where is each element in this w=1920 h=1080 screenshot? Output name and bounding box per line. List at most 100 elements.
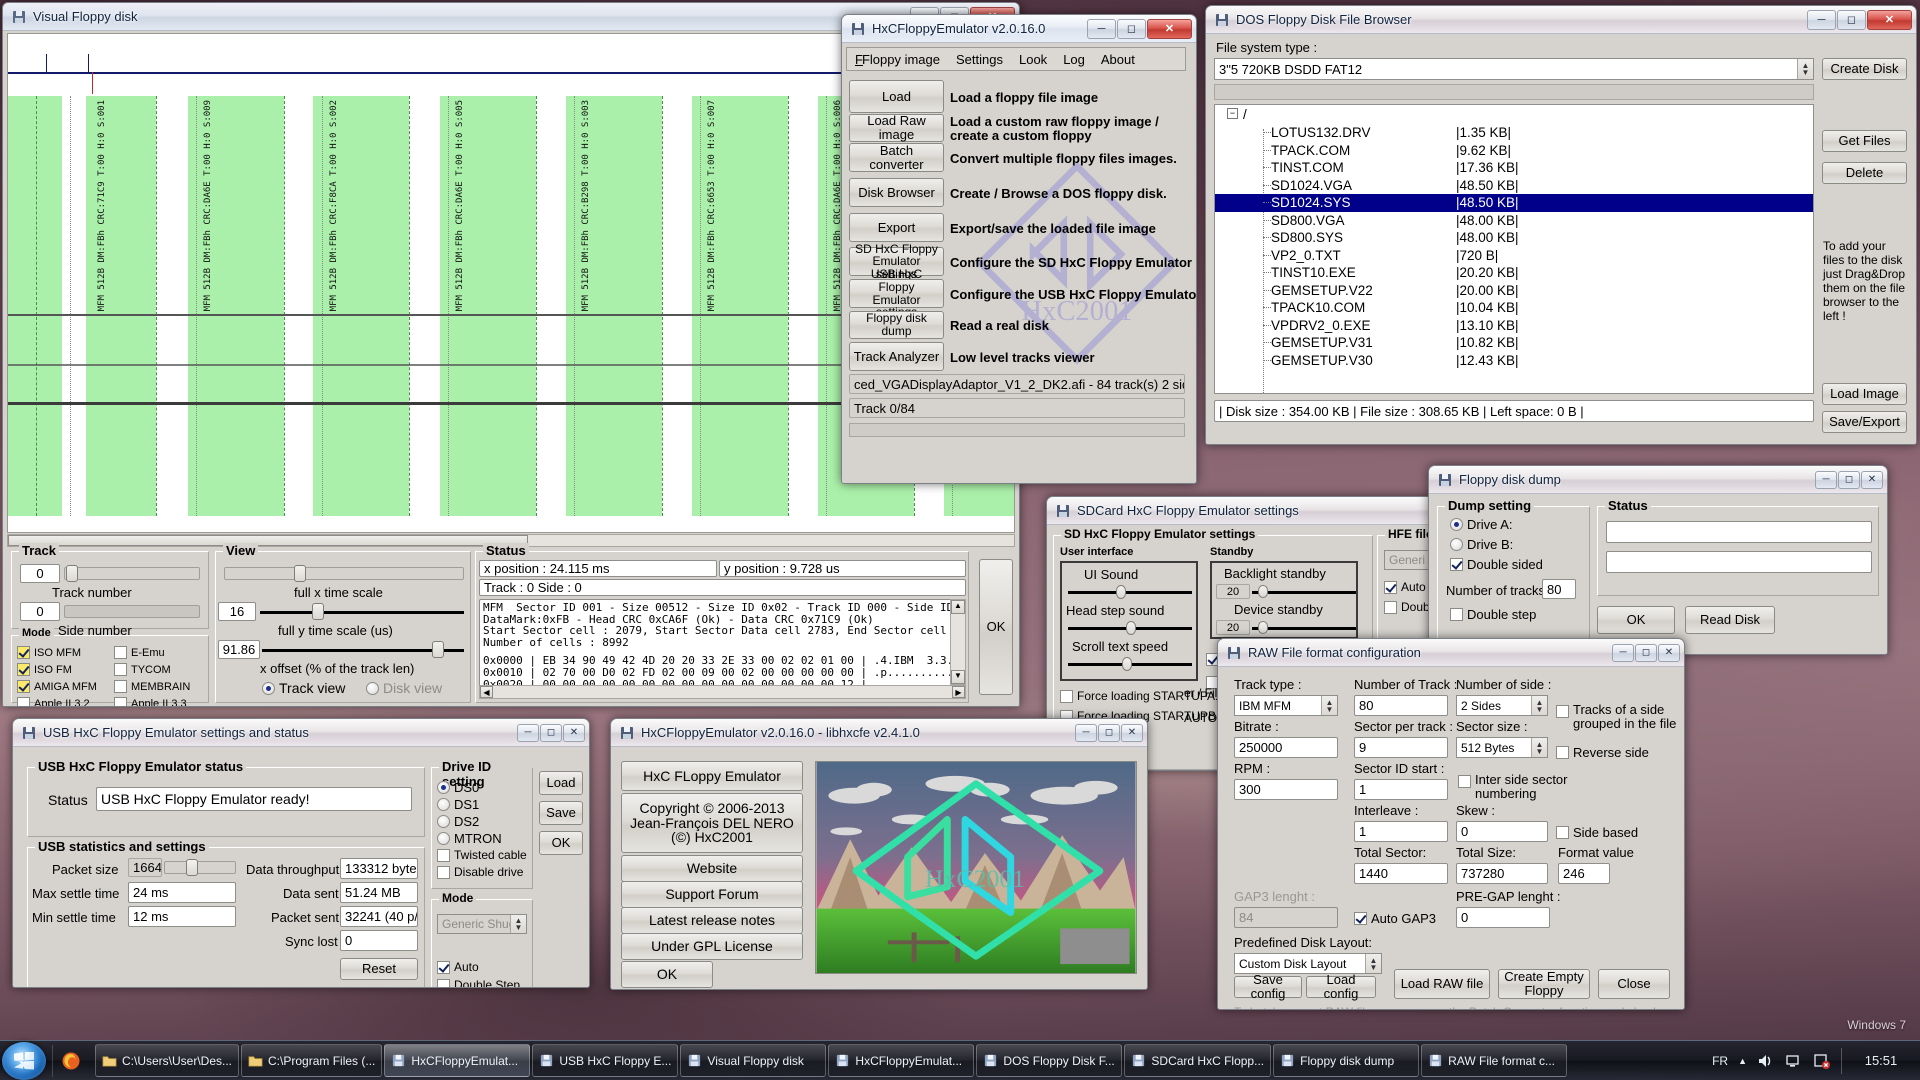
raw-config-window-buttons[interactable]: ─ ◻ ✕	[1612, 643, 1680, 662]
hxc-menubar[interactable]: FFloppy image Settings Look Log About	[846, 47, 1186, 71]
dos-browser-window[interactable]: DOS Floppy Disk File Browser ─ ◻ ✕ File …	[1205, 5, 1917, 445]
mode-iso-fm[interactable]: ISO FM	[17, 663, 72, 676]
close-button[interactable]: ✕	[563, 723, 585, 742]
backlight-standby-slider[interactable]	[1252, 584, 1356, 599]
create-empty-floppy-button[interactable]: Create Empty Floppy	[1498, 969, 1590, 999]
file-system-type-select[interactable]: 3"5 720KB DSDD FAT12 ▲ ▼	[1214, 58, 1814, 80]
chevron-updown-icon[interactable]: ▲▼	[1531, 738, 1547, 757]
disk-browser-button[interactable]: Disk Browser	[849, 178, 944, 207]
reset-button[interactable]: Reset	[340, 958, 418, 980]
taskbar-item[interactable]: C:\Program Files (...	[241, 1044, 383, 1077]
file-row[interactable]: GEMSETUP.V30 |12.43 KB|	[1215, 352, 1813, 370]
mode-apple-ii-33[interactable]: Apple II 3.3	[114, 697, 187, 706]
backlight-standby-value[interactable]: 20	[1216, 584, 1250, 599]
mode-iso-mfm[interactable]: ISO MFM	[17, 646, 81, 659]
minimize-button[interactable]: ─	[517, 723, 539, 742]
file-rows-container[interactable]: LOTUS132.DRV |1.35 KB| TPACK.COM |9.62 KB| T…	[1215, 124, 1813, 369]
hfe-auto-check[interactable]: Auto	[1384, 580, 1426, 594]
taskbar-item[interactable]: USB HxC Floppy E...	[532, 1044, 679, 1077]
floppy-disk-dump-button[interactable]: Floppy disk dump	[849, 311, 944, 339]
usb-ok-button[interactable]: OK	[539, 831, 583, 855]
listing-horizontal-scrollbar[interactable]: ◀ ▶	[479, 685, 966, 699]
maximize-button[interactable]: ◻	[1117, 18, 1146, 39]
floppy-dump-window[interactable]: Floppy disk dump ─ ◻ ✕ Dump setting Driv…	[1428, 465, 1888, 655]
close-button[interactable]: ✕	[1861, 470, 1883, 489]
firefox-icon[interactable]	[61, 1051, 81, 1071]
y-time-scale-slider[interactable]	[260, 602, 464, 621]
scroll-left-arrow[interactable]: ◀	[480, 686, 493, 698]
load-config-button[interactable]: Load config	[1306, 973, 1376, 1000]
side-number-field[interactable]: 0	[20, 602, 60, 621]
file-row[interactable]: TPACK.COM |9.62 KB|	[1215, 142, 1813, 160]
twisted-cable-check[interactable]: Twisted cable	[437, 848, 527, 862]
menu-settings[interactable]: Settings	[948, 50, 1011, 69]
ui-sound-slider[interactable]	[1068, 585, 1192, 599]
hxc-main-titlebar[interactable]: HxCFloppyEmulator v2.0.16.0 ─ ◻ ✕	[842, 15, 1196, 43]
maximize-button[interactable]: ◻	[1837, 9, 1866, 30]
minimize-button[interactable]: ─	[1075, 723, 1097, 742]
inter-side-check[interactable]: Inter side sector numbering	[1458, 773, 1578, 801]
packet-size-slider[interactable]	[164, 858, 236, 877]
double-sided-check[interactable]: Double sided	[1450, 557, 1543, 572]
scroll-right-arrow[interactable]: ▶	[952, 686, 965, 698]
delete-button[interactable]: Delete	[1822, 162, 1907, 184]
raw-close-button[interactable]: Close	[1598, 969, 1670, 999]
load-image-button[interactable]: Load Image	[1822, 383, 1907, 405]
network-icon[interactable]	[1785, 1053, 1803, 1069]
device-standby-slider[interactable]	[1252, 620, 1356, 635]
disk-view-radio[interactable]: Disk view	[366, 680, 442, 696]
create-disk-button[interactable]: Create Disk	[1822, 58, 1907, 80]
predefined-layout-select[interactable]: Custom Disk Layout ▲ ▼	[1234, 953, 1382, 974]
maximize-button[interactable]: ◻	[1098, 723, 1120, 742]
file-row[interactable]: TINST10.EXE |20.20 KB|	[1215, 264, 1813, 282]
sdcard-titlebar[interactable]: SDCard HxC Floppy Emulator settings	[1047, 497, 1485, 525]
total-size-field[interactable]: 737280	[1456, 863, 1548, 884]
about-window[interactable]: HxCFloppyEmulator v2.0.16.0 - libhxcfe v…	[610, 718, 1148, 990]
hfe-double-check[interactable]: Doub	[1384, 600, 1430, 614]
release-notes-button[interactable]: Latest release notes	[621, 907, 803, 934]
close-button[interactable]: ✕	[1658, 643, 1680, 662]
usb-settings-window[interactable]: USB HxC Floppy Emulator settings and sta…	[12, 718, 590, 988]
tracks-grouped-check[interactable]: Tracks of a side grouped in the file	[1556, 703, 1680, 731]
maximize-button[interactable]: ◻	[540, 723, 562, 742]
listing-vertical-scrollbar[interactable]: ▲ ▼	[950, 599, 966, 685]
load-button[interactable]: Load	[849, 80, 944, 113]
taskbar-item[interactable]: Visual Floppy disk	[680, 1044, 827, 1077]
rpm-field[interactable]: 300	[1234, 779, 1338, 800]
skew-field[interactable]: 0	[1456, 821, 1548, 842]
head-step-sound-slider[interactable]	[1068, 621, 1192, 635]
track-view-radio[interactable]: Track view	[262, 680, 345, 696]
max-settle-field[interactable]: 24 ms	[128, 882, 236, 903]
track-number-field[interactable]: 0	[20, 564, 60, 583]
x-time-scale-slider[interactable]	[224, 564, 464, 583]
mode-e-emu[interactable]: E-Emu	[114, 646, 165, 659]
chevron-updown-icon[interactable]: ▲▼	[1365, 954, 1381, 973]
file-row[interactable]: GEMSETUP.V22 |20.00 KB|	[1215, 282, 1813, 300]
gpl-license-button[interactable]: Under GPL License	[621, 933, 803, 960]
clock[interactable]: 15:51	[1852, 1053, 1910, 1068]
number-of-side-select[interactable]: 2 Sides ▲ ▼	[1456, 695, 1548, 716]
chevron-updown-icon[interactable]: ▲▼	[1531, 696, 1547, 715]
track-number-slider[interactable]	[64, 564, 200, 583]
taskbar-item[interactable]: HxCFloppyEmulat...	[828, 1044, 975, 1077]
menu-log[interactable]: Log	[1055, 50, 1093, 69]
system-tray[interactable]: FR ▲ 15:51	[1712, 1047, 1920, 1074]
file-row[interactable]: LOTUS132.DRV |1.35 KB|	[1215, 124, 1813, 142]
file-row[interactable]: SD800.SYS |48.00 KB|	[1215, 229, 1813, 247]
menu-about[interactable]: About	[1093, 50, 1143, 69]
show-hidden-icons-arrow[interactable]: ▲	[1738, 1056, 1747, 1066]
usb-settings-button[interactable]: USB HxC Floppy Emulator settings	[849, 268, 944, 318]
file-row[interactable]: SD1024.SYS |48.50 KB|	[1215, 194, 1813, 212]
file-row[interactable]: SD1024.VGA |48.50 KB|	[1215, 177, 1813, 195]
file-row[interactable]: TINST.COM |17.36 KB|	[1215, 159, 1813, 177]
quick-launch[interactable]	[52, 1044, 89, 1077]
about-window-buttons[interactable]: ─ ◻ ✕	[1075, 723, 1143, 742]
min-settle-field[interactable]: 12 ms	[128, 906, 236, 927]
drive-ds1-radio[interactable]: DS1	[437, 797, 479, 812]
side-number-slider[interactable]	[64, 602, 200, 621]
usb-load-button[interactable]: Load	[539, 771, 583, 795]
visual-floppy-ok-button[interactable]: OK	[979, 559, 1013, 695]
sector-detail-listing[interactable]: MFM Sector ID 001 - Size 00512 - Size ID…	[479, 599, 966, 699]
mode-amiga-mfm[interactable]: AMIGA MFM	[17, 680, 97, 693]
file-row[interactable]: VP2_0.TXT |720 B|	[1215, 247, 1813, 265]
